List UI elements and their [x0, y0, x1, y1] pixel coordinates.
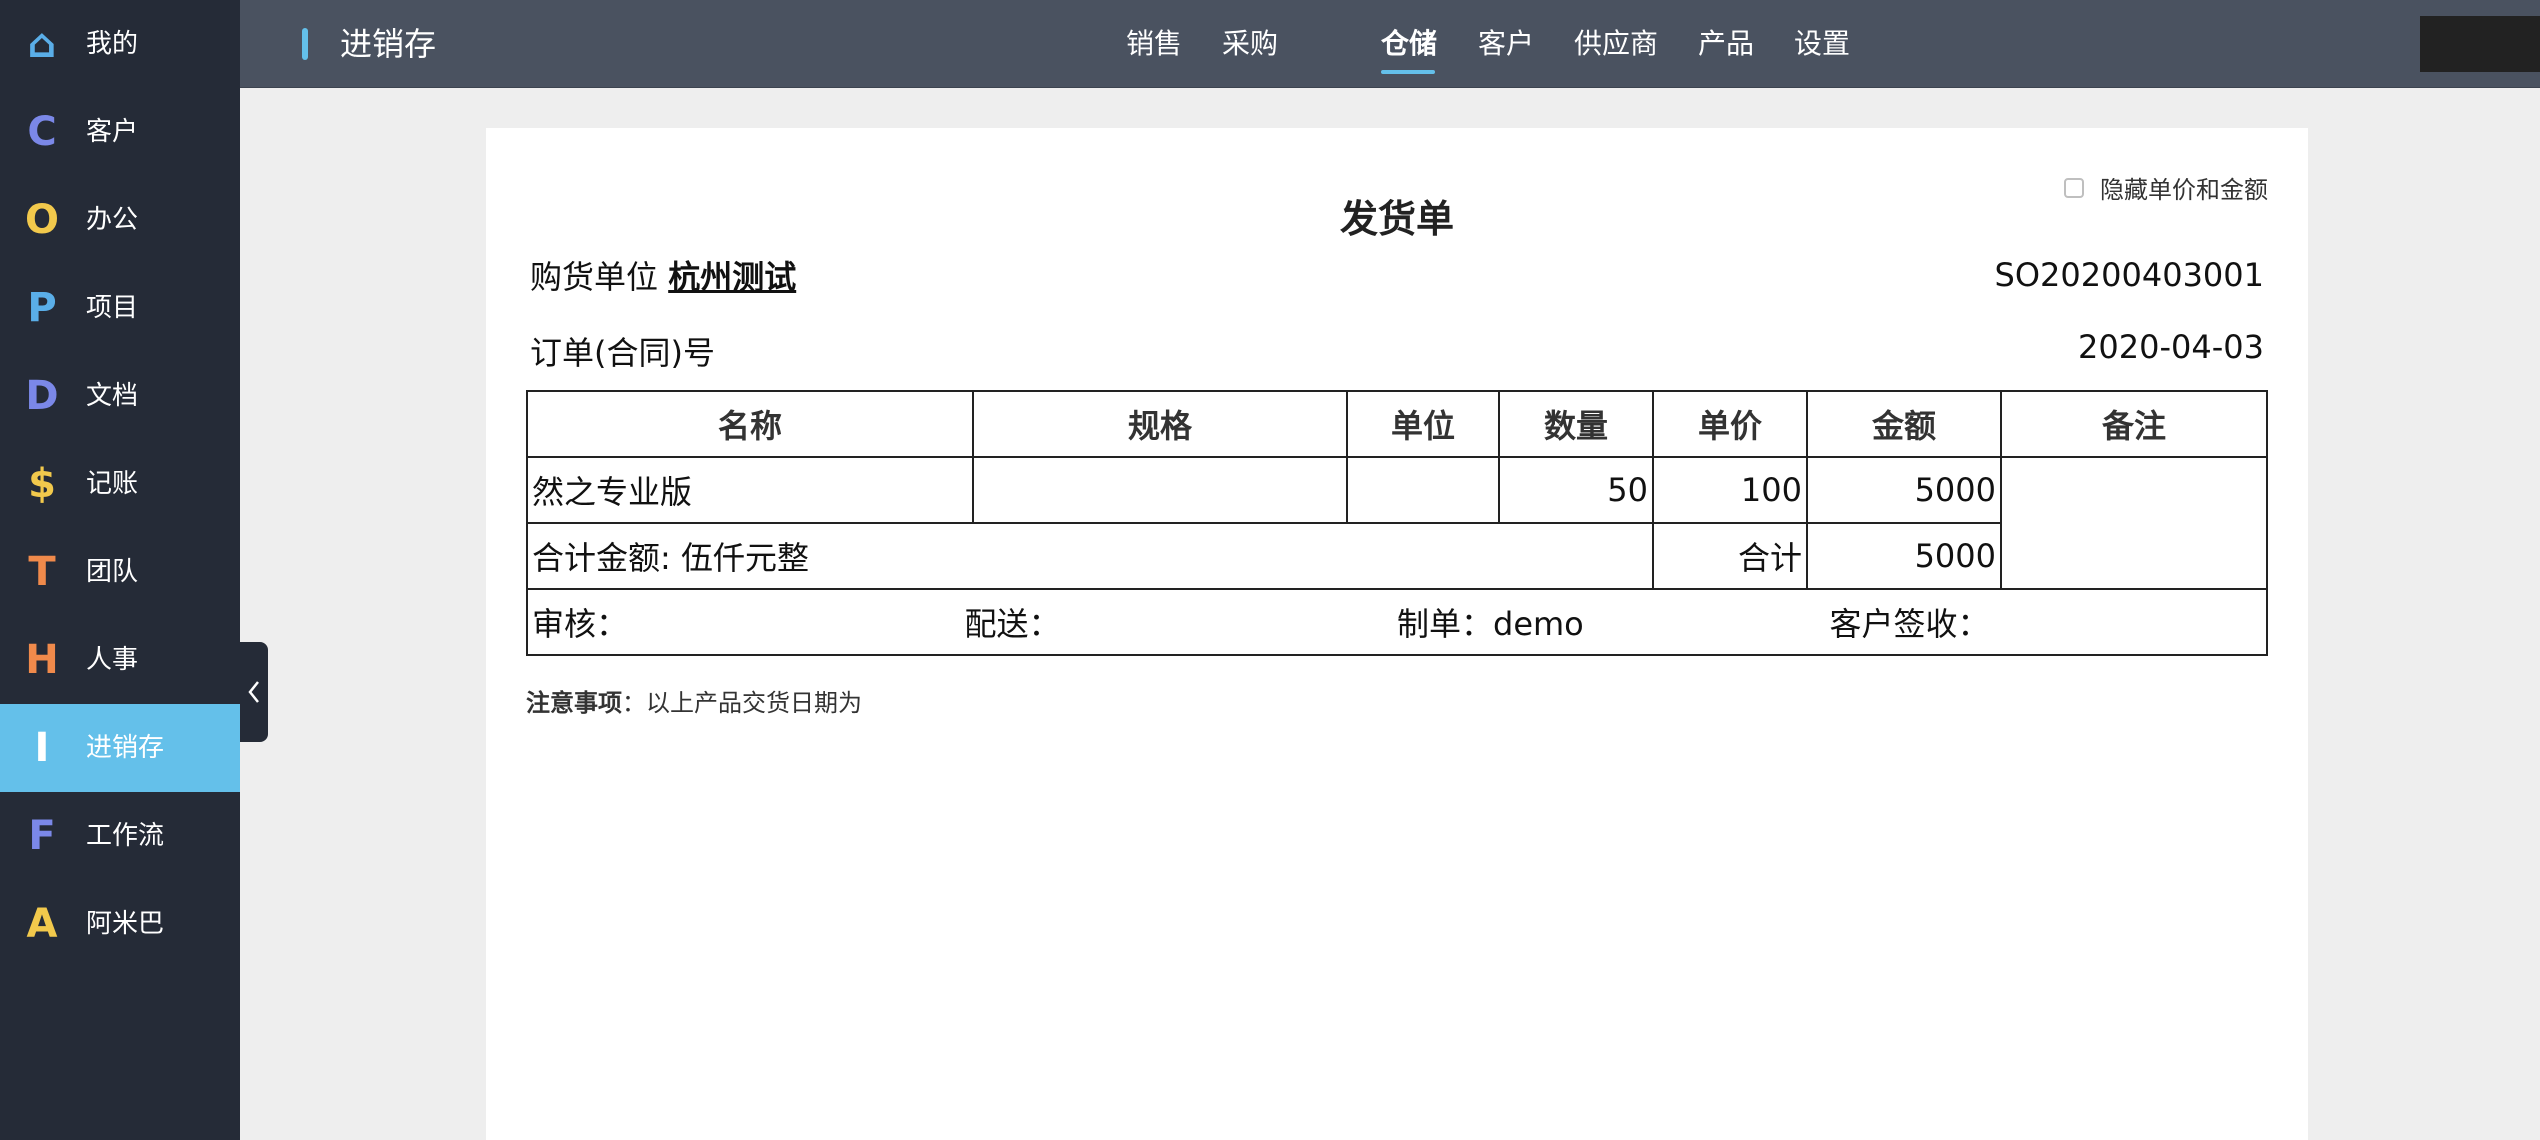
tab-product[interactable]: 产品	[1698, 0, 1754, 88]
column-header: 规格	[972, 390, 1348, 458]
column-header: 单位	[1346, 390, 1500, 458]
buyer-value: 杭州测试	[668, 258, 797, 296]
letter-o-icon: O	[24, 197, 59, 243]
user-menu[interactable]	[2420, 16, 2540, 72]
sidebar-collapse-button[interactable]	[240, 642, 268, 742]
sidebar-item-label: 记账	[86, 469, 139, 499]
hide-price-checkbox[interactable]: 隐藏单价和金额	[2064, 170, 2268, 205]
tab-sales[interactable]: 销售	[1126, 0, 1182, 88]
letter-f-icon: F	[28, 813, 56, 859]
tab-customer[interactable]: 客户	[1478, 0, 1534, 88]
sidebar-item-label: 项目	[86, 293, 139, 323]
letter-p-icon: P	[27, 285, 57, 331]
letter-h-icon: H	[25, 637, 59, 683]
app-title: 进销存	[340, 25, 437, 63]
top-navbar: 进销存 销售 采购 仓储 客户 供应商 产品 设置	[240, 0, 2540, 88]
column-header: 金额	[1806, 390, 2002, 458]
tab-purchase[interactable]: 采购	[1222, 0, 1278, 88]
home-icon: ⌂	[27, 21, 57, 67]
cell-amount: 5000	[1806, 456, 2002, 524]
document-date: 2020-04-03	[2078, 328, 2264, 366]
hide-price-label: 隐藏单价和金额	[2100, 176, 2268, 204]
sidebar-item-7[interactable]: H 人事	[0, 616, 240, 704]
column-header: 备注	[2000, 390, 2268, 458]
cell-name: 然之专业版	[526, 456, 974, 524]
tab-settings[interactable]: 设置	[1794, 0, 1850, 88]
sidebar-item-8[interactable]: I 进销存	[0, 704, 240, 792]
tab-warehouse[interactable]: 仓储	[1381, 0, 1437, 88]
sidebar-item-label: 阿米巴	[86, 909, 165, 939]
column-header: 单价	[1652, 390, 1808, 458]
buyer-label: 购货单位	[530, 258, 659, 296]
letter-c-icon: C	[27, 109, 57, 155]
table-row: 然之专业版 50 100 5000	[526, 456, 2268, 590]
delivery-sign: 配送：	[964, 605, 1061, 643]
review-sign: 审核：	[532, 605, 629, 643]
sum-label: 合计	[1652, 522, 1808, 590]
sidebar-item-3[interactable]: P 项目	[0, 264, 240, 352]
sidebar-item-10[interactable]: A 阿米巴	[0, 880, 240, 968]
maker-sign: 制单：demo	[1397, 605, 1584, 643]
sidebar: ⌂ 我的 C 客户 O 办公 P 项目 D 文档 $ 记账 T 团队 H 人事 I 进销存 F 工作流 A 阿米巴	[0, 0, 240, 1140]
column-header: 名称	[526, 390, 974, 458]
sidebar-item-label: 进销存	[86, 733, 165, 763]
sum-value: 5000	[1806, 522, 2002, 590]
sidebar-item-4[interactable]: D 文档	[0, 352, 240, 440]
sidebar-item-label: 客户	[86, 117, 139, 147]
sidebar-item-9[interactable]: F 工作流	[0, 792, 240, 880]
sidebar-item-label: 工作流	[86, 821, 165, 851]
letter-i-icon: I	[34, 725, 50, 771]
table-header-row: 名称 规格 单位 数量 单价 金额 备注	[526, 390, 2268, 458]
checkbox-icon[interactable]	[2064, 177, 2084, 198]
dollar-icon: $	[28, 461, 56, 507]
sidebar-item-6[interactable]: T 团队	[0, 528, 240, 616]
cell-price: 100	[1652, 456, 1808, 524]
sidebar-item-label: 办公	[86, 205, 139, 235]
cell-remark	[2000, 456, 2268, 590]
cell-unit	[1346, 456, 1500, 524]
sidebar-item-0[interactable]: ⌂ 我的	[0, 0, 240, 88]
buyer-line: 购货单位 杭州测试	[530, 252, 796, 298]
document-paper: 发货单 隐藏单价和金额 购货单位 杭州测试 SO20200403001 订单(合…	[486, 128, 2308, 1140]
column-header: 数量	[1498, 390, 1654, 458]
sidebar-item-label: 人事	[86, 645, 139, 675]
letter-a-icon: A	[26, 901, 58, 947]
notice-text: ：以上产品交货日期为	[622, 689, 862, 717]
sidebar-item-1[interactable]: C 客户	[0, 88, 240, 176]
letter-d-icon: D	[25, 373, 59, 419]
signature-row: 审核： 配送： 制单：demo 客户签收：	[526, 588, 2268, 656]
order-number: SO20200403001	[1994, 256, 2264, 294]
sidebar-item-label: 文档	[86, 381, 139, 411]
chevron-left-icon	[248, 681, 259, 703]
order-table: 名称 规格 单位 数量 单价 金额 备注 然之专业版 50 100 5000 合…	[526, 390, 2268, 656]
sidebar-item-label: 团队	[86, 557, 139, 587]
active-tab-indicator	[1381, 70, 1435, 74]
notice: 注意事项：以上产品交货日期为	[526, 683, 862, 718]
sidebar-item-label: 我的	[86, 29, 139, 59]
receiver-sign: 客户签收：	[1829, 605, 1990, 643]
app-marker-icon	[302, 28, 308, 60]
sidebar-item-5[interactable]: $ 记账	[0, 440, 240, 528]
document-title: 发货单	[1339, 197, 1454, 241]
cell-qty: 50	[1498, 456, 1654, 524]
cell-spec	[972, 456, 1348, 524]
letter-t-icon: T	[28, 549, 56, 595]
sidebar-item-2[interactable]: O 办公	[0, 176, 240, 264]
total-amount-text: 合计金额: 伍仟元整	[526, 522, 1654, 590]
contract-label: 订单(合同)号	[530, 334, 715, 372]
notice-label: 注意事项	[526, 689, 622, 717]
tab-supplier[interactable]: 供应商	[1574, 0, 1658, 88]
